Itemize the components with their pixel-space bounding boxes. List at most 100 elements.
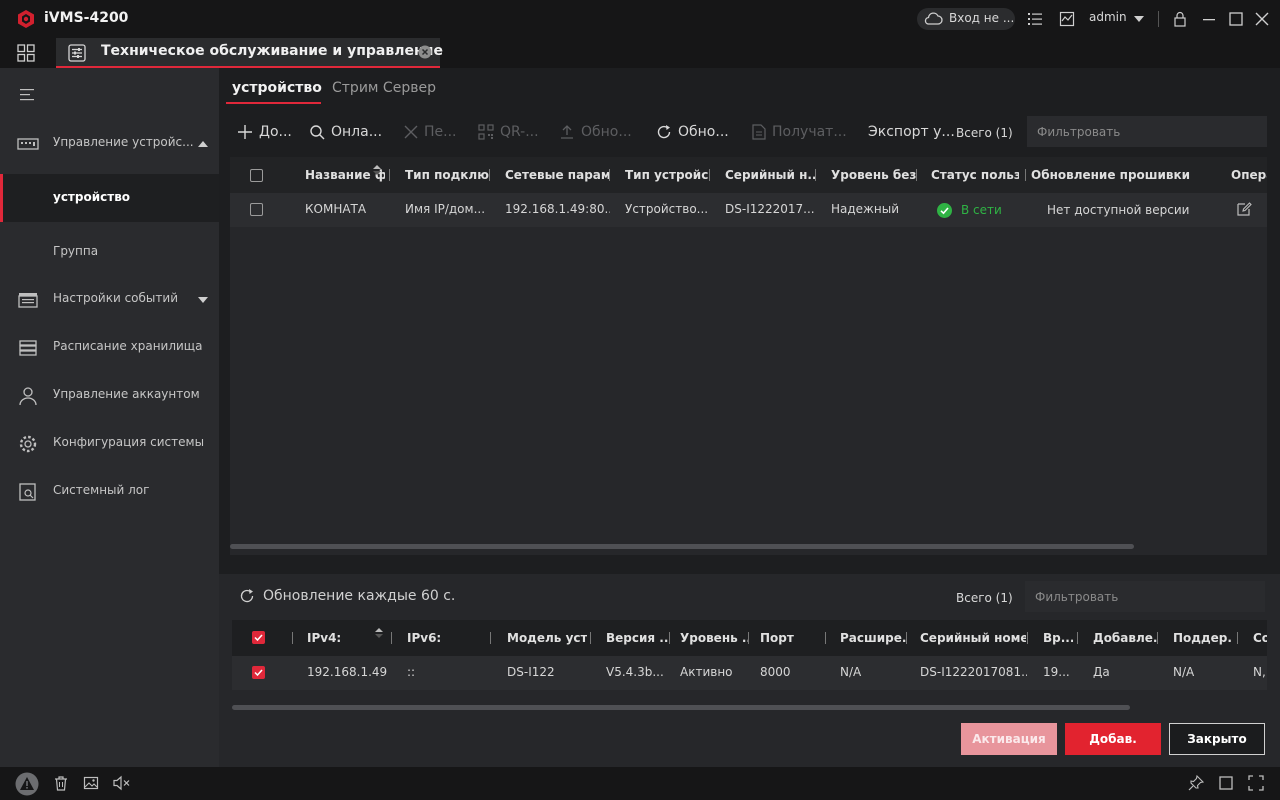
online-row-checkbox[interactable] — [252, 666, 265, 679]
delete-button[interactable]: Пе... — [404, 124, 457, 140]
cell-serial-number: DS-I1222017081... — [920, 665, 1027, 679]
col-added[interactable]: Добавле... — [1093, 631, 1157, 645]
lock-icon[interactable] — [1172, 11, 1188, 27]
online-devices-panel: Обновление каждые 60 с. Всего (1) IPv4: … — [219, 574, 1280, 767]
online-total-count: Всего (1) — [956, 591, 1013, 605]
cloud-login-button[interactable]: Вход не ... — [917, 8, 1015, 30]
device-management-icon — [17, 134, 39, 154]
col-security-level[interactable]: Уровень без... — [831, 168, 917, 182]
subtab-stream-server[interactable]: Стрим Сервер — [332, 80, 436, 96]
refresh-icon — [239, 588, 255, 604]
pin-icon[interactable] — [1188, 775, 1204, 791]
cell-status: В сети — [961, 203, 1002, 217]
maximize-icon[interactable] — [1228, 11, 1244, 27]
sort-icon[interactable] — [375, 628, 383, 638]
account-icon — [17, 386, 39, 406]
user-caret-icon[interactable] — [1134, 16, 1144, 22]
tab-bar: Техническое обслуживание и управление — [0, 38, 1280, 68]
cell-added: Да — [1093, 665, 1110, 679]
col-level[interactable]: Уровень ... — [680, 631, 748, 645]
cell-ipv4: 192.168.1.49 — [307, 665, 388, 679]
online-table-row[interactable]: 192.168.1.49 :: DS-I122 V5.4.3b... Актив… — [232, 656, 1267, 690]
online-devices-button[interactable]: Онла... — [309, 124, 382, 140]
col-serial[interactable]: Серийный н... — [725, 168, 815, 182]
x-icon — [404, 125, 418, 139]
col-ipv4[interactable]: IPv4: — [307, 631, 367, 645]
total-count: Всего (1) — [956, 126, 1013, 140]
col-extension[interactable]: Расшире... — [840, 631, 906, 645]
sidebar-item-device[interactable]: устройство — [0, 174, 219, 222]
export-button[interactable]: Экспорт у... — [868, 124, 955, 140]
activate-button[interactable]: Активация — [961, 723, 1057, 755]
trash-icon[interactable] — [53, 775, 69, 791]
col-user-status[interactable]: Статус польз... — [931, 168, 1019, 182]
col-time[interactable]: Вр... — [1043, 631, 1073, 645]
col-network-params[interactable]: Сетевые парам... — [505, 168, 610, 182]
refresh-icon — [656, 124, 672, 140]
col-support[interactable]: Поддер... — [1173, 631, 1231, 645]
tab-label: Техническое обслуживание и управление — [101, 43, 443, 59]
user-name[interactable]: admin — [1089, 10, 1127, 24]
horizontal-scrollbar[interactable] — [230, 544, 1134, 549]
col-port[interactable]: Порт — [760, 631, 820, 645]
list-icon[interactable] — [1027, 11, 1043, 27]
gear-icon — [17, 434, 39, 454]
window-icon[interactable] — [1218, 775, 1234, 791]
col-model[interactable]: Модель уст... — [507, 631, 587, 645]
select-all-checkbox[interactable] — [250, 169, 263, 182]
online-horizontal-scrollbar[interactable] — [232, 705, 1130, 710]
cell-port: 8000 — [760, 665, 791, 679]
auto-refresh[interactable]: Обновление каждые 60 с. — [239, 588, 455, 604]
online-filter-input[interactable] — [1025, 581, 1265, 612]
event-icon — [17, 290, 39, 310]
divider — [1158, 11, 1159, 27]
table-row[interactable]: КОМНАТА Имя IP/дом... 192.168.1.49:80...… — [230, 193, 1267, 227]
col-connection-type[interactable]: Тип подклю... — [405, 168, 490, 182]
add-button[interactable]: Добав. — [1065, 723, 1161, 755]
col-version[interactable]: Версия ... — [606, 631, 669, 645]
subtab-device[interactable]: устройство — [232, 80, 322, 96]
tab-maintenance[interactable]: Техническое обслуживание и управление — [56, 38, 443, 68]
grid-menu-icon[interactable] — [17, 44, 35, 62]
filter-input[interactable] — [1027, 116, 1267, 147]
cell-level: Активно — [680, 665, 733, 679]
row-checkbox[interactable] — [250, 203, 263, 216]
sidebar-item-storage-schedule[interactable]: Расписание хранилища — [0, 325, 219, 371]
get-button[interactable]: Получат... — [752, 124, 847, 140]
add-device-button[interactable]: До... — [237, 124, 292, 140]
upgrade-button[interactable]: Обно... — [559, 124, 632, 140]
sidebar-item-account-management[interactable]: Управление аккаунтом — [0, 373, 219, 419]
refresh-button[interactable]: Обно... — [656, 124, 729, 140]
alarm-icon[interactable] — [15, 772, 39, 796]
sidebar-item-group[interactable]: Группа — [0, 228, 219, 276]
close-icon[interactable] — [1254, 11, 1270, 27]
log-icon — [17, 482, 39, 502]
col-serial-number[interactable]: Серийный номер — [920, 631, 1026, 645]
main-content: устройство Стрим Сервер До... Онла... Пе… — [219, 68, 1280, 767]
hamburger-icon[interactable] — [20, 88, 36, 102]
sort-icon[interactable] — [373, 165, 381, 175]
col-firmware[interactable]: Обновление прошивки — [1031, 168, 1211, 182]
online-select-all-checkbox[interactable] — [252, 631, 265, 644]
online-table-header: IPv4: IPv6: Модель уст... Версия ... Уро… — [232, 620, 1267, 656]
sidebar-item-event-settings[interactable]: Настройки событий — [0, 277, 219, 323]
cloud-icon — [923, 12, 943, 26]
minimize-icon[interactable] — [1201, 11, 1217, 27]
mute-icon[interactable] — [113, 775, 131, 791]
col-operations[interactable]: Опера — [1231, 168, 1267, 182]
devices-table: Название ф... Тип подклю... Сетевые пара… — [230, 157, 1267, 555]
image-icon[interactable] — [83, 775, 99, 791]
qr-code-button[interactable]: QR-... — [478, 124, 539, 140]
col-device-type[interactable]: Тип устройс... — [625, 168, 710, 182]
fullscreen-icon[interactable] — [1248, 775, 1264, 791]
sidebar-item-device-management[interactable]: Управление устройс... — [0, 121, 219, 167]
col-ipv6[interactable]: IPv6: — [407, 631, 487, 645]
cell-device-type: Устройство... — [625, 202, 709, 216]
monitor-icon[interactable] — [1059, 11, 1075, 27]
sidebar-item-system-config[interactable]: Конфигурация системы — [0, 421, 219, 467]
sidebar-item-system-log[interactable]: Системный лог — [0, 469, 219, 515]
close-button[interactable]: Закрыто — [1169, 723, 1265, 755]
col-more[interactable]: Co — [1253, 631, 1267, 645]
tab-close-icon[interactable] — [418, 45, 432, 59]
edit-icon[interactable] — [1236, 201, 1252, 217]
